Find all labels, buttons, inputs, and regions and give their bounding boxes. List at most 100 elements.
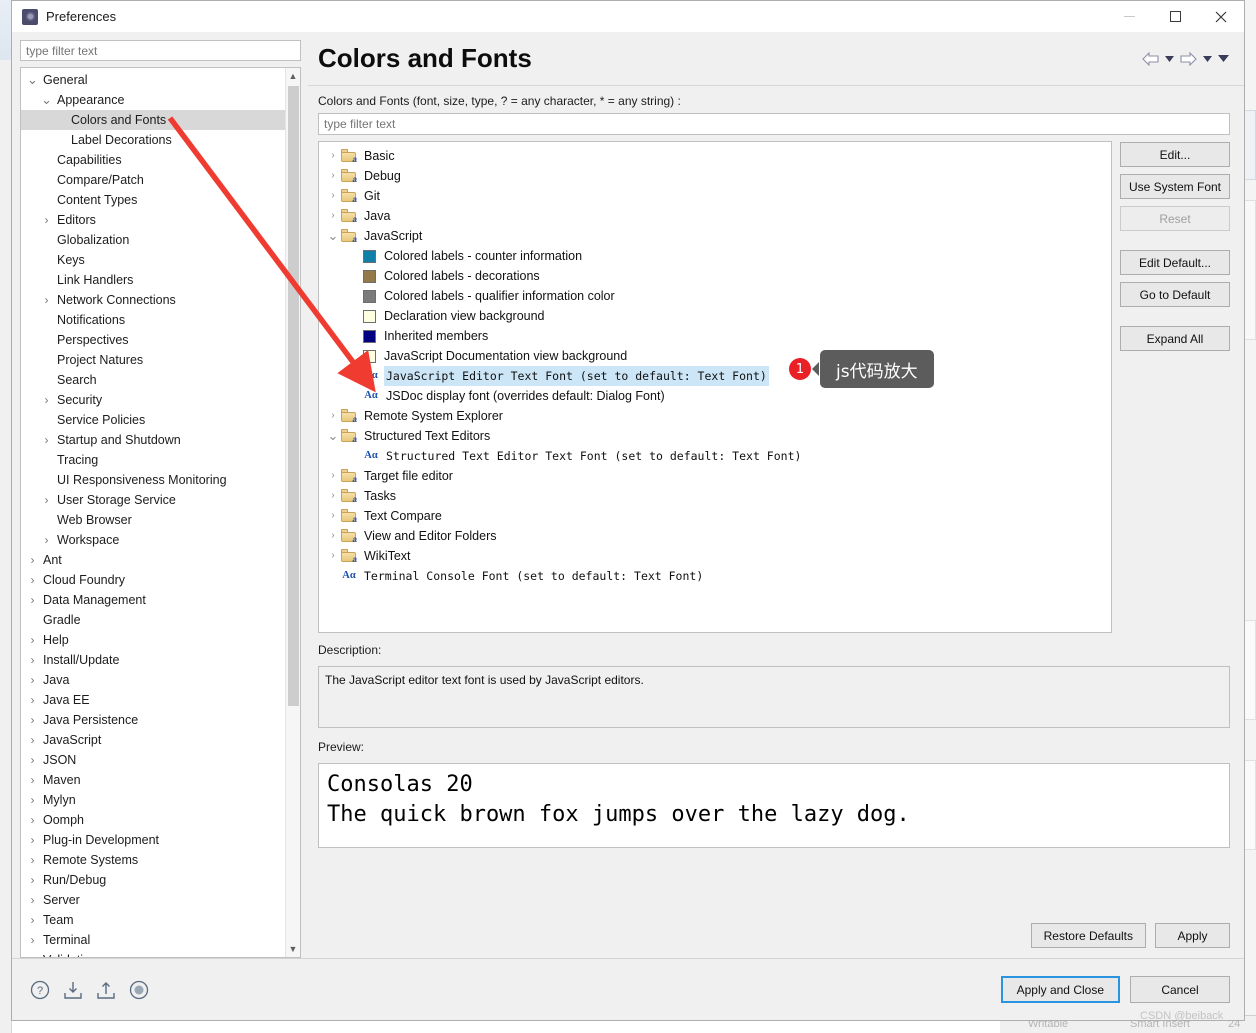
- chevron-right-icon[interactable]: ›: [325, 186, 341, 206]
- nav-tree-item[interactable]: Tracing: [21, 450, 285, 470]
- nav-tree-item[interactable]: › Java Persistence: [21, 710, 285, 730]
- nav-tree-item[interactable]: Compare/Patch: [21, 170, 285, 190]
- nav-tree-item[interactable]: › Plug-in Development: [21, 830, 285, 850]
- nav-tree-item[interactable]: Perspectives: [21, 330, 285, 350]
- record-icon[interactable]: [129, 980, 149, 1000]
- nav-tree-item[interactable]: Project Natures: [21, 350, 285, 370]
- chevron-right-icon[interactable]: ›: [25, 650, 40, 670]
- font-tree-item[interactable]: Inherited members: [321, 326, 1111, 346]
- font-tree-item[interactable]: Aα Terminal Console Font (set to default:…: [321, 566, 1111, 586]
- chevron-right-icon[interactable]: ›: [39, 290, 54, 310]
- nav-tree-item[interactable]: Validation: [21, 950, 285, 957]
- chevron-right-icon[interactable]: ›: [325, 486, 341, 506]
- chevron-right-icon[interactable]: ›: [25, 870, 40, 890]
- chevron-right-icon[interactable]: ›: [25, 810, 40, 830]
- chevron-right-icon[interactable]: ›: [25, 630, 40, 650]
- font-tree-item[interactable]: › a View and Editor Folders: [321, 526, 1111, 546]
- nav-tree-item[interactable]: UI Responsiveness Monitoring: [21, 470, 285, 490]
- font-tree-item[interactable]: › a Target file editor: [321, 466, 1111, 486]
- chevron-right-icon[interactable]: ›: [25, 550, 40, 570]
- nav-tree-item[interactable]: Globalization: [21, 230, 285, 250]
- chevron-right-icon[interactable]: ›: [325, 506, 341, 526]
- chevron-right-icon[interactable]: ›: [25, 750, 40, 770]
- nav-tree-item[interactable]: › Maven: [21, 770, 285, 790]
- nav-tree-item[interactable]: › Data Management: [21, 590, 285, 610]
- nav-tree-item[interactable]: › Cloud Foundry: [21, 570, 285, 590]
- close-button[interactable]: [1198, 1, 1244, 32]
- nav-tree-item[interactable]: › Run/Debug: [21, 870, 285, 890]
- back-button[interactable]: [1140, 49, 1160, 69]
- chevron-right-icon[interactable]: ›: [25, 790, 40, 810]
- nav-tree-item[interactable]: › Editors: [21, 210, 285, 230]
- chevron-down-icon[interactable]: ⌄: [325, 426, 341, 446]
- nav-scrollbar-thumb[interactable]: [287, 86, 299, 706]
- apply-and-close-button[interactable]: Apply and Close: [1000, 976, 1120, 1003]
- nav-tree-item[interactable]: › Security: [21, 390, 285, 410]
- nav-scrollbar[interactable]: ▲ ▼: [285, 68, 300, 957]
- chevron-right-icon[interactable]: ›: [39, 390, 54, 410]
- chevron-right-icon[interactable]: ›: [325, 146, 341, 166]
- font-tree[interactable]: › a Basic › a Debug › a Git › a Java ⌄ a JavaScript Col…: [318, 141, 1112, 633]
- minimize-button[interactable]: [1106, 1, 1152, 32]
- font-tree-item[interactable]: Aα JavaScript Editor Text Font (set to de…: [321, 366, 1111, 386]
- page-menu-button[interactable]: [1216, 49, 1230, 69]
- chevron-right-icon[interactable]: ›: [39, 210, 54, 230]
- chevron-right-icon[interactable]: ›: [25, 710, 40, 730]
- apply-button[interactable]: Apply: [1155, 923, 1230, 948]
- import-icon[interactable]: [63, 980, 83, 1000]
- font-tree-item[interactable]: Aα JSDoc display font (overrides default:…: [321, 386, 1111, 406]
- nav-tree-item[interactable]: ⌄ Appearance: [21, 90, 285, 110]
- nav-tree[interactable]: ⌄ General ⌄ Appearance Colors and Fonts Label…: [21, 68, 285, 957]
- scroll-up-icon[interactable]: ▲: [289, 68, 298, 84]
- nav-tree-item[interactable]: Search: [21, 370, 285, 390]
- font-tree-item[interactable]: Aα Structured Text Editor Text Font (set …: [321, 446, 1111, 466]
- nav-tree-item[interactable]: › Ant: [21, 550, 285, 570]
- nav-tree-item[interactable]: Content Types: [21, 190, 285, 210]
- nav-tree-item[interactable]: › Remote Systems: [21, 850, 285, 870]
- chevron-right-icon[interactable]: ›: [25, 850, 40, 870]
- nav-tree-item[interactable]: Web Browser: [21, 510, 285, 530]
- nav-tree-item[interactable]: Colors and Fonts: [21, 110, 285, 130]
- chevron-right-icon[interactable]: ›: [25, 770, 40, 790]
- use-system-font-button[interactable]: Use System Font: [1120, 174, 1230, 199]
- scroll-down-icon[interactable]: ▼: [289, 941, 298, 957]
- nav-tree-item[interactable]: › Terminal: [21, 930, 285, 950]
- chevron-right-icon[interactable]: ›: [325, 526, 341, 546]
- nav-tree-item[interactable]: Service Policies: [21, 410, 285, 430]
- chevron-right-icon[interactable]: ›: [25, 890, 40, 910]
- edit-button[interactable]: Edit...: [1120, 142, 1230, 167]
- font-tree-item[interactable]: › a Basic: [321, 146, 1111, 166]
- font-tree-item[interactable]: › a Git: [321, 186, 1111, 206]
- forward-button[interactable]: [1178, 49, 1198, 69]
- nav-tree-item[interactable]: Label Decorations: [21, 130, 285, 150]
- chevron-right-icon[interactable]: ›: [325, 406, 341, 426]
- chevron-right-icon[interactable]: ›: [25, 690, 40, 710]
- font-tree-item[interactable]: Declaration view background: [321, 306, 1111, 326]
- nav-tree-item[interactable]: ⌄ General: [21, 70, 285, 90]
- font-filter-input[interactable]: [318, 113, 1230, 135]
- expand-all-button[interactable]: Expand All: [1120, 326, 1230, 351]
- nav-tree-item[interactable]: › User Storage Service: [21, 490, 285, 510]
- nav-tree-item[interactable]: › JavaScript: [21, 730, 285, 750]
- chevron-right-icon[interactable]: ›: [325, 546, 341, 566]
- export-icon[interactable]: [96, 980, 116, 1000]
- nav-tree-item[interactable]: › Install/Update: [21, 650, 285, 670]
- nav-tree-item[interactable]: › Startup and Shutdown: [21, 430, 285, 450]
- font-tree-item[interactable]: › a Tasks: [321, 486, 1111, 506]
- chevron-down-icon[interactable]: ⌄: [39, 90, 54, 110]
- chevron-down-icon[interactable]: ⌄: [325, 226, 341, 246]
- nav-tree-item[interactable]: › Network Connections: [21, 290, 285, 310]
- chevron-right-icon[interactable]: ›: [25, 590, 40, 610]
- chevron-right-icon[interactable]: ›: [25, 930, 40, 950]
- maximize-button[interactable]: [1152, 1, 1198, 32]
- nav-tree-item[interactable]: › JSON: [21, 750, 285, 770]
- font-tree-item[interactable]: Colored labels - qualifier information c…: [321, 286, 1111, 306]
- chevron-right-icon[interactable]: ›: [25, 730, 40, 750]
- font-tree-item[interactable]: ⌄ a Structured Text Editors: [321, 426, 1111, 446]
- restore-defaults-button[interactable]: Restore Defaults: [1030, 923, 1146, 948]
- go-to-default-button[interactable]: Go to Default: [1120, 282, 1230, 307]
- nav-tree-item[interactable]: › Team: [21, 910, 285, 930]
- font-tree-item[interactable]: Colored labels - decorations: [321, 266, 1111, 286]
- chevron-right-icon[interactable]: ›: [39, 530, 54, 550]
- nav-tree-item[interactable]: Gradle: [21, 610, 285, 630]
